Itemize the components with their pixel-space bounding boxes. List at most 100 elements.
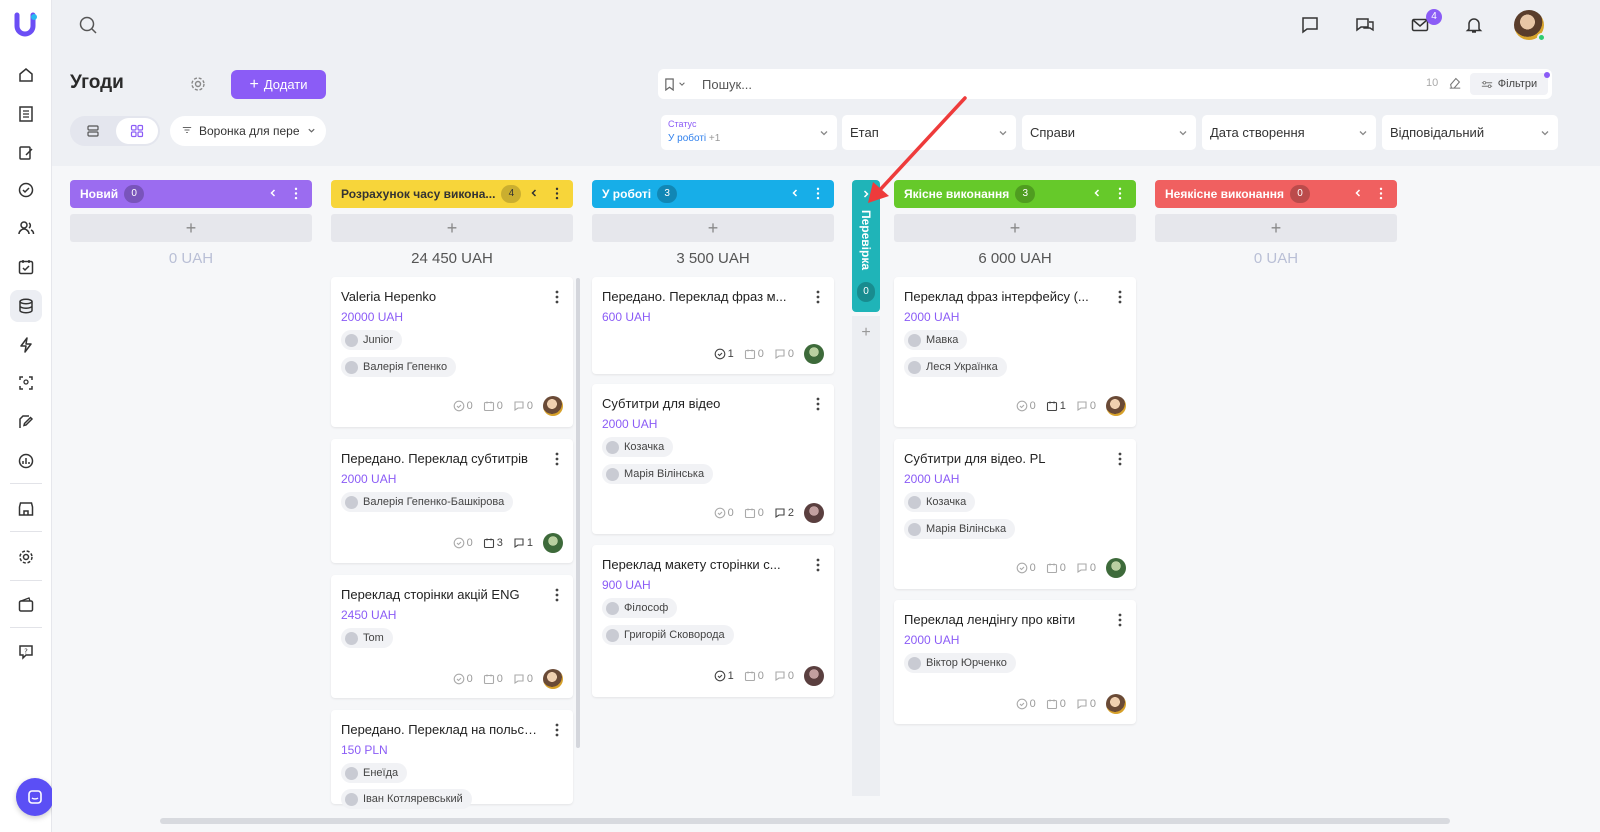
bookmark-dropdown[interactable] bbox=[664, 75, 694, 93]
assignee-avatar[interactable] bbox=[804, 344, 824, 364]
deal-card[interactable]: Переклад макету сторінки с... 900 UAH Фі… bbox=[592, 545, 834, 697]
add-card-button[interactable]: + bbox=[331, 214, 573, 242]
expand-chevron-icon bbox=[863, 190, 869, 198]
responsible-select[interactable]: Відповідальний bbox=[1382, 115, 1558, 150]
card-chip: Junior bbox=[341, 330, 402, 350]
filters-button[interactable]: Фільтри bbox=[1470, 73, 1548, 95]
home-icon[interactable] bbox=[10, 59, 42, 91]
card-title: Valeria Hepenko bbox=[341, 289, 437, 304]
kebab-menu-icon[interactable] bbox=[555, 452, 559, 466]
assignee-avatar[interactable] bbox=[1106, 694, 1126, 714]
add-card-button[interactable]: + bbox=[894, 214, 1136, 242]
chart-icon[interactable] bbox=[10, 445, 42, 477]
tasks-count: 0 bbox=[453, 673, 473, 685]
deal-card[interactable]: Субтитри для відео 2000 UAH Козачка Марі… bbox=[592, 384, 834, 534]
app-logo[interactable] bbox=[12, 11, 40, 39]
card-chip: Григорій Сковорода bbox=[602, 625, 734, 645]
deal-card[interactable]: Valeria Hepenko 20000 UAH Junior Валерія… bbox=[331, 277, 573, 427]
created-date-select[interactable]: Дата створення bbox=[1202, 115, 1376, 150]
assignee-avatar[interactable] bbox=[543, 396, 563, 416]
help-icon[interactable]: ? bbox=[10, 636, 42, 668]
kebab-menu-icon[interactable] bbox=[555, 588, 559, 602]
card-title: Передано. Переклад на польську bbox=[341, 722, 539, 737]
kebab-menu-icon[interactable] bbox=[555, 723, 559, 737]
board-view-button[interactable] bbox=[116, 118, 158, 144]
add-card-button[interactable]: + bbox=[858, 325, 874, 341]
kebab-menu-icon[interactable] bbox=[816, 558, 820, 572]
kebab-menu-icon[interactable] bbox=[1118, 613, 1122, 627]
filter-active-dot bbox=[1544, 72, 1550, 78]
add-button[interactable]: + Додати bbox=[231, 70, 326, 99]
assignee-avatar[interactable] bbox=[1106, 558, 1126, 578]
column-header-poor-quality[interactable]: Неякісне виконання 0 bbox=[1155, 180, 1397, 208]
note-edit-icon[interactable] bbox=[10, 406, 42, 438]
kebab-menu-icon[interactable] bbox=[1118, 290, 1122, 304]
bell-icon[interactable] bbox=[1462, 13, 1486, 37]
kebab-menu-icon[interactable] bbox=[816, 397, 820, 411]
collapse-chevron-icon bbox=[1355, 189, 1361, 197]
list-view-button[interactable] bbox=[72, 118, 114, 144]
deal-card[interactable]: Передано. Переклад на польську 150 PLN Е… bbox=[331, 710, 573, 809]
eraser-icon[interactable] bbox=[1448, 75, 1466, 93]
kebab-menu-icon[interactable] bbox=[555, 290, 559, 304]
assignee-avatar[interactable] bbox=[543, 669, 563, 689]
message-icon[interactable] bbox=[1298, 13, 1322, 37]
settings-icon[interactable] bbox=[10, 541, 42, 573]
check-circle-icon bbox=[714, 670, 725, 682]
check-circle-icon[interactable] bbox=[10, 174, 42, 206]
chats-icon[interactable] bbox=[1353, 13, 1377, 37]
column-header-new[interactable]: Новий 0 bbox=[70, 180, 312, 208]
building-icon[interactable] bbox=[10, 98, 42, 130]
events-count: 0 bbox=[1046, 698, 1066, 710]
assignee-avatar[interactable] bbox=[804, 666, 824, 686]
comment-icon bbox=[1077, 401, 1087, 412]
person-icon bbox=[345, 631, 358, 645]
assignee-avatar[interactable] bbox=[543, 533, 563, 553]
support-chat-button[interactable] bbox=[16, 778, 54, 816]
wallet-icon[interactable] bbox=[10, 589, 42, 621]
search-bar: 10 Фільтри bbox=[658, 69, 1552, 99]
deal-card[interactable]: Передано. Переклад фраз м... 600 UAH 1 0… bbox=[592, 277, 834, 374]
column-header-estimation[interactable]: Розрахунок часу викона... 4 bbox=[331, 180, 573, 208]
kebab-menu-icon[interactable] bbox=[816, 290, 820, 304]
assignee-avatar[interactable] bbox=[804, 503, 824, 523]
column-header-quality[interactable]: Якісне виконання 3 bbox=[894, 180, 1136, 208]
deal-card[interactable]: Субтитри для відео. PL 2000 UAH Козачка … bbox=[894, 439, 1136, 589]
add-card-button[interactable]: + bbox=[1155, 214, 1397, 242]
add-card-button[interactable]: + bbox=[70, 214, 312, 242]
database-icon[interactable] bbox=[10, 290, 42, 322]
scan-icon[interactable] bbox=[10, 367, 42, 399]
search-icon[interactable] bbox=[76, 13, 100, 37]
deal-card[interactable]: Переклад сторінки акцій ENG 2450 UAH Tom… bbox=[331, 575, 573, 698]
comments-count: 0 bbox=[1076, 698, 1096, 710]
add-card-button[interactable]: + bbox=[592, 214, 834, 242]
status-select[interactable]: Статус У роботі +1 bbox=[661, 115, 837, 150]
card-title: Переклад фраз інтерфейсу (... bbox=[904, 289, 1089, 304]
card-footer: 0 3 1 bbox=[453, 533, 563, 553]
comment-icon bbox=[514, 674, 524, 685]
collapsed-column-review[interactable]: Перевірка 0 bbox=[852, 180, 880, 312]
kebab-menu-icon bbox=[1379, 187, 1383, 200]
deal-card[interactable]: Переклад лендінгу про квіти 2000 UAH Вік… bbox=[894, 600, 1136, 724]
stage-select[interactable]: Етап bbox=[842, 115, 1016, 150]
store-icon[interactable] bbox=[10, 493, 42, 525]
gear-icon[interactable] bbox=[189, 75, 207, 93]
collapse-chevron-icon bbox=[792, 189, 798, 197]
search-input[interactable] bbox=[702, 71, 1382, 97]
calendar-icon bbox=[1046, 401, 1057, 412]
deal-card[interactable]: Передано. Переклад субтитрів 2000 UAH Ва… bbox=[331, 439, 573, 563]
users-icon[interactable] bbox=[10, 212, 42, 244]
tasks-select[interactable]: Справи bbox=[1022, 115, 1196, 150]
tasks-count: 0 bbox=[1016, 698, 1036, 710]
horizontal-scrollbar[interactable] bbox=[160, 818, 1450, 824]
lightning-icon[interactable] bbox=[10, 329, 42, 361]
column-header-in-progress[interactable]: У роботі 3 bbox=[592, 180, 834, 208]
assignee-avatar[interactable] bbox=[1106, 396, 1126, 416]
deal-card[interactable]: Переклад фраз інтерфейсу (... 2000 UAH М… bbox=[894, 277, 1136, 427]
column-scrollbar[interactable] bbox=[576, 278, 580, 748]
edit-list-icon[interactable] bbox=[10, 137, 42, 169]
kebab-menu-icon[interactable] bbox=[1118, 452, 1122, 466]
funnel-select[interactable]: Воронка для пере bbox=[170, 116, 326, 146]
building-icon bbox=[345, 766, 358, 780]
calendar-icon[interactable] bbox=[10, 251, 42, 283]
